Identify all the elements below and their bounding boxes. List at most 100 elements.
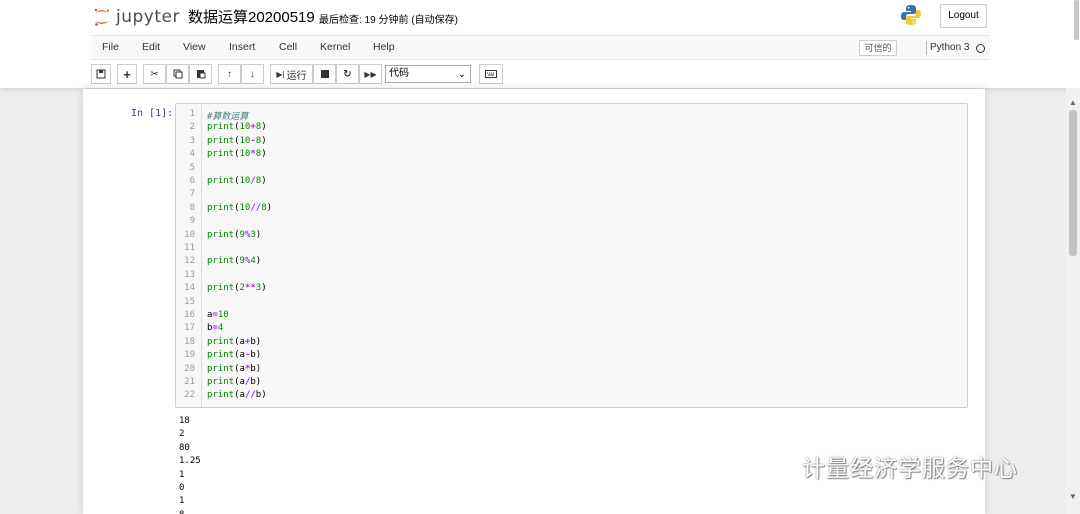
interrupt-button[interactable] bbox=[313, 64, 336, 84]
code-line[interactable]: print(a+b) bbox=[207, 337, 261, 347]
output-line: 8 bbox=[179, 509, 201, 514]
code-line[interactable]: print(10//8) bbox=[207, 203, 272, 213]
menu-help[interactable]: Help bbox=[373, 41, 395, 53]
python-logo-icon bbox=[900, 4, 922, 26]
code-line[interactable]: print(10+8) bbox=[207, 122, 267, 132]
step-forward-icon: ▶| bbox=[276, 69, 285, 79]
plus-icon: + bbox=[123, 66, 131, 82]
output-line: 1.25 bbox=[179, 456, 201, 467]
page-scrollbar[interactable]: ▲ ▼ bbox=[1066, 88, 1080, 514]
output-line: 1 bbox=[179, 469, 185, 480]
cell-output: 182801.251018 bbox=[179, 415, 201, 514]
code-cell-editor[interactable]: 1 2 3 4 5 6 7 8 9 10 11 12 13 14 15 16 17 18 19 20 21 22 #算数运… bbox=[175, 103, 968, 408]
line-number: 18 bbox=[184, 336, 195, 347]
line-number: 6 bbox=[189, 176, 195, 186]
jupyter-logo-text: jupyter bbox=[116, 7, 180, 27]
output-line: 0 bbox=[179, 482, 185, 493]
line-number: 5 bbox=[189, 162, 195, 173]
line-number: 13 bbox=[184, 269, 195, 280]
code-line[interactable]: b=4 bbox=[207, 323, 223, 333]
notebook-title[interactable]: 数据运算20200519 bbox=[188, 6, 315, 27]
paste-icon bbox=[196, 70, 205, 79]
kernel-name[interactable]: Python 3 bbox=[930, 42, 969, 53]
menu-edit[interactable]: Edit bbox=[142, 41, 160, 53]
checkpoint-status: 最后检查: 19 分钟前 (自动保存) bbox=[319, 15, 458, 26]
code-line[interactable]: print(9%3) bbox=[207, 230, 261, 240]
line-number: 3 bbox=[189, 135, 195, 146]
code-line[interactable]: a=10 bbox=[207, 310, 229, 320]
line-number: 12 bbox=[184, 256, 195, 267]
line-number: 9 bbox=[189, 216, 195, 227]
code-line[interactable]: print(a/b) bbox=[207, 377, 261, 387]
cut-button[interactable]: ✂ bbox=[143, 64, 166, 84]
chevron-down-icon: ⌄ bbox=[457, 69, 466, 80]
line-number: 22 bbox=[184, 390, 195, 401]
arrow-down-icon: ↓ bbox=[250, 68, 255, 80]
output-line: 2 bbox=[179, 429, 185, 440]
move-up-button[interactable]: ↑ bbox=[218, 64, 241, 84]
code-line[interactable]: print(2**3) bbox=[207, 283, 267, 293]
notebook-header: jupyter 数据运算20200519 最后检查: 19 分钟前 (自动保存)… bbox=[0, 0, 1080, 88]
line-number: 15 bbox=[184, 296, 195, 307]
watermark-text: 计量经济学服务中心 bbox=[802, 456, 1018, 482]
code-line[interactable]: print(a*b) bbox=[207, 364, 261, 374]
line-number: 19 bbox=[184, 350, 195, 361]
code-line[interactable]: print(10*8) bbox=[207, 149, 267, 159]
line-number-gutter: 1 2 3 4 5 6 7 8 9 10 11 12 13 14 15 16 17 18 19 20 21 22 bbox=[176, 104, 202, 407]
line-number: 2 bbox=[189, 122, 195, 133]
scroll-up-icon[interactable]: ▲ bbox=[1069, 98, 1077, 107]
code-line[interactable]: print(a//b) bbox=[207, 390, 267, 400]
menu-cell[interactable]: Cell bbox=[279, 41, 297, 53]
line-number: 1 bbox=[189, 109, 195, 119]
line-number: 8 bbox=[189, 202, 195, 213]
output-line: 1 bbox=[179, 496, 185, 507]
line-number: 10 bbox=[184, 229, 195, 240]
line-number: 7 bbox=[189, 189, 195, 200]
line-number: 17 bbox=[184, 323, 195, 334]
run-button[interactable]: ▶| 运行 bbox=[270, 64, 313, 84]
restart-button[interactable]: ↻ bbox=[336, 64, 359, 84]
keyboard-icon bbox=[485, 70, 497, 78]
line-number: 16 bbox=[184, 310, 195, 320]
jupyter-logo[interactable]: jupyter bbox=[92, 5, 180, 29]
copy-button[interactable] bbox=[166, 64, 189, 84]
command-palette-button[interactable] bbox=[479, 64, 503, 84]
paste-button[interactable] bbox=[189, 64, 212, 84]
code-line[interactable]: print(9%4) bbox=[207, 256, 261, 266]
menu-insert[interactable]: Insert bbox=[229, 41, 255, 53]
move-down-button[interactable]: ↓ bbox=[241, 64, 264, 84]
fast-forward-icon: ▶▶ bbox=[364, 69, 377, 79]
restart-run-all-button[interactable]: ▶▶ bbox=[359, 64, 382, 84]
menu-kernel[interactable]: Kernel bbox=[320, 41, 350, 53]
save-button[interactable] bbox=[91, 64, 111, 84]
wechat-icon bbox=[752, 448, 796, 484]
scroll-down-icon[interactable]: ▼ bbox=[1069, 492, 1077, 501]
jupyter-logo-icon bbox=[92, 7, 112, 27]
output-line: 18 bbox=[179, 416, 190, 426]
watermark: 计量经济学服务中心 bbox=[752, 448, 1018, 484]
input-prompt: In [1]: bbox=[131, 108, 174, 119]
trusted-indicator[interactable]: 可信的 bbox=[859, 40, 897, 56]
kernel-separator bbox=[926, 41, 927, 55]
line-number: 4 bbox=[189, 149, 195, 160]
window-scroll-indicator bbox=[1074, 0, 1079, 40]
scissors-icon: ✂ bbox=[150, 68, 159, 80]
cell-type-value: 代码 bbox=[389, 68, 409, 79]
line-number: 21 bbox=[184, 377, 195, 387]
kernel-idle-icon bbox=[976, 44, 985, 53]
cell-type-select[interactable]: 代码 ⌄ bbox=[385, 65, 471, 83]
line-number: 20 bbox=[184, 363, 195, 374]
stop-icon bbox=[320, 70, 329, 78]
insert-cell-button[interactable]: + bbox=[117, 64, 137, 84]
code-line[interactable]: print(10/8) bbox=[207, 176, 267, 186]
logout-button[interactable]: Logout bbox=[940, 4, 987, 28]
menu-view[interactable]: View bbox=[183, 41, 206, 53]
menubar: File Edit View Insert Cell Kernel Help 可… bbox=[91, 35, 990, 60]
code-line[interactable]: print(a-b) bbox=[207, 350, 261, 360]
code-line[interactable]: #算数运算 bbox=[207, 109, 248, 122]
menu-file[interactable]: File bbox=[102, 41, 119, 53]
scrollbar-thumb[interactable] bbox=[1069, 110, 1077, 256]
restart-icon: ↻ bbox=[343, 68, 352, 80]
code-line[interactable]: print(10-8) bbox=[207, 136, 267, 146]
arrow-up-icon: ↑ bbox=[227, 68, 232, 80]
